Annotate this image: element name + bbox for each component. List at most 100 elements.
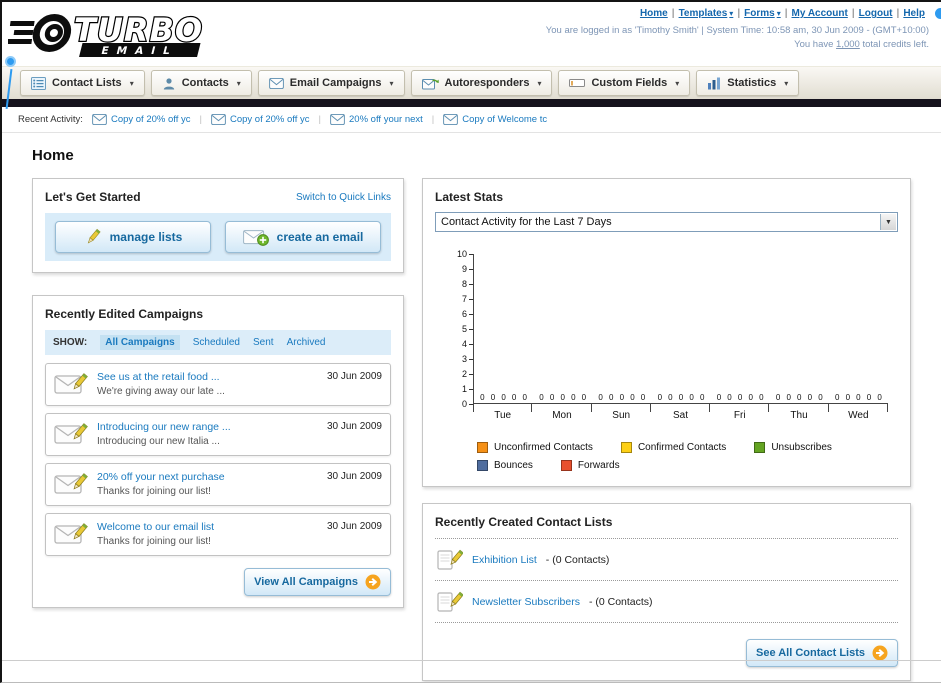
- filter-all-campaigns[interactable]: All Campaigns: [100, 335, 180, 350]
- bar-value-label: 0: [797, 393, 802, 402]
- y-axis-tick-mark: [469, 343, 473, 345]
- create-email-button[interactable]: create an email: [225, 221, 381, 253]
- recent-activity-item[interactable]: Copy of 20% off yc: [211, 114, 310, 125]
- y-axis-tick: 2: [462, 369, 473, 379]
- bar-value-label: 0: [678, 393, 684, 402]
- header-link-my-account[interactable]: My Account: [792, 8, 848, 19]
- bar-value-label: 0: [522, 393, 527, 402]
- legend-item-confirmed-contacts: Confirmed Contacts: [620, 442, 726, 453]
- bar-value-label: 0: [689, 393, 694, 402]
- header-link-forms[interactable]: Forms ▾: [744, 8, 781, 19]
- campaign-title-link[interactable]: 20% off your next purchase: [97, 471, 225, 483]
- recent-activity-link[interactable]: Copy of 20% off yc: [111, 114, 191, 125]
- chart-bar-group: 00000: [474, 393, 533, 403]
- campaign-title-link[interactable]: Welcome to our email list: [97, 521, 214, 533]
- envelope-pencil-icon: [54, 521, 88, 548]
- campaign-row: Welcome to our email list Thanks for join…: [45, 513, 391, 556]
- tab-contact-lists[interactable]: Contact Lists ▾: [20, 70, 145, 96]
- contact-list-link[interactable]: Exhibition List: [472, 554, 537, 566]
- chart-bar-group: 00000: [711, 393, 770, 403]
- filter-archived[interactable]: Archived: [287, 337, 326, 348]
- activity-select[interactable]: Contact Activity for the Last 7 Days ▼: [435, 212, 898, 232]
- x-axis-label: Fri: [710, 404, 770, 426]
- recent-campaigns-panel: Recently Edited Campaigns SHOW: All Camp…: [32, 295, 404, 608]
- bar-value-label: 0: [748, 393, 753, 402]
- campaign-date: 30 Jun 2009: [326, 471, 382, 482]
- campaign-date: 30 Jun 2009: [326, 521, 382, 532]
- bar-value-label: 0: [571, 393, 576, 402]
- credits-suffix: total credits left.: [859, 39, 929, 50]
- header-link-templates[interactable]: Templates ▾: [679, 8, 734, 19]
- tab-label: Custom Fields: [591, 77, 668, 89]
- contact-list-link[interactable]: Newsletter Subscribers: [472, 596, 580, 608]
- envelope-pencil-icon: [54, 371, 88, 398]
- manage-lists-button[interactable]: manage lists: [55, 221, 211, 253]
- campaign-row: 20% off your next purchase Thanks for joi…: [45, 463, 391, 506]
- y-axis-tick: 0: [462, 399, 473, 409]
- app-logo[interactable]: TURBO EMAIL: [7, 5, 238, 68]
- bar-value-label: 0: [818, 393, 823, 402]
- header-link-help[interactable]: Help: [903, 8, 925, 19]
- y-axis-value: 10: [456, 249, 467, 259]
- bar-value-label: 0: [501, 393, 506, 402]
- tab-email-campaigns[interactable]: Email Campaigns ▾: [257, 70, 405, 96]
- envelope-icon: [92, 114, 107, 125]
- notification-dot: [935, 8, 941, 19]
- bar-value-label: 0: [866, 393, 872, 402]
- bar-value-label: 0: [480, 393, 485, 402]
- campaign-list: See us at the retail food ... We're givin…: [45, 363, 391, 556]
- x-axis-label: Sun: [592, 404, 652, 426]
- chevron-down-icon: ▾: [729, 9, 734, 18]
- bar-value-label: 0: [759, 393, 764, 402]
- recent-activity-item[interactable]: Copy of 20% off yc: [92, 114, 191, 125]
- y-axis-tick-mark: [469, 388, 473, 390]
- campaign-text: 20% off your next purchase Thanks for joi…: [97, 471, 225, 497]
- filter-sent[interactable]: Sent: [253, 337, 274, 348]
- bar-value-label: 0: [775, 393, 781, 402]
- x-axis-label: Tue: [473, 404, 533, 426]
- recent-activity-link[interactable]: Copy of Welcome tc: [462, 114, 547, 125]
- campaign-subtitle: We're giving away our late ...: [97, 386, 225, 397]
- bar-value-label: 0: [856, 393, 861, 402]
- y-axis-tick-mark: [469, 328, 473, 330]
- campaign-subtitle: Thanks for joining our list!: [97, 486, 211, 497]
- legend-row: Bounces Forwards: [477, 460, 898, 471]
- contact-list-detail: - (0 Contacts): [545, 553, 610, 566]
- chart-bar-group: 00000: [651, 393, 710, 403]
- bar-value-label: 0: [716, 393, 722, 402]
- tab-contacts[interactable]: Contacts ▾: [150, 70, 252, 96]
- tab-custom-fields[interactable]: Custom Fields ▾: [558, 70, 691, 96]
- header-link-logout[interactable]: Logout: [859, 8, 893, 19]
- credits-amount-link[interactable]: 1,000: [836, 39, 860, 50]
- main-nav-tabs: Contact Lists ▾ Contacts ▾ Email Campaigns ▾ A…: [2, 66, 941, 99]
- recent-activity-item[interactable]: Copy of Welcome tc: [443, 114, 547, 125]
- legend-item-bounces: Bounces: [477, 460, 533, 471]
- y-axis-tick: 7: [462, 294, 473, 304]
- recent-campaigns-title: Recently Edited Campaigns: [45, 307, 204, 321]
- page-title: Home: [32, 147, 74, 164]
- filter-scheduled[interactable]: Scheduled: [193, 337, 240, 348]
- separator: |: [784, 8, 788, 19]
- application-window: TURBO EMAIL Home | Templates ▾ | Forms ▾ | My Ac…: [0, 0, 941, 683]
- credits-info: You have 1,000 total credits left.: [546, 39, 929, 50]
- y-axis-tick-mark: [469, 253, 473, 255]
- campaign-title-link[interactable]: See us at the retail food ...: [97, 371, 225, 383]
- campaign-date: 30 Jun 2009: [326, 371, 382, 382]
- see-all-contact-lists-button[interactable]: See All Contact Lists: [745, 639, 898, 667]
- y-axis-tick-mark: [469, 268, 473, 270]
- legend-swatch: [477, 460, 488, 471]
- chevron-down-icon: ▾: [537, 78, 542, 88]
- tab-label: Autoresponders: [444, 77, 530, 89]
- switch-quick-links-link[interactable]: Switch to Quick Links: [296, 192, 391, 203]
- recent-activity-link[interactable]: Copy of 20% off yc: [230, 114, 310, 125]
- view-all-campaigns-button[interactable]: View All Campaigns: [244, 568, 391, 596]
- tab-statistics[interactable]: Statistics ▾: [696, 70, 800, 96]
- header-link-home[interactable]: Home: [640, 8, 668, 19]
- bar-value-label: 0: [619, 393, 625, 402]
- recent-activity-link[interactable]: 20% off your next: [349, 114, 423, 125]
- tab-autoresponders[interactable]: Autoresponders ▾: [410, 70, 553, 96]
- recent-activity-item[interactable]: 20% off your next: [330, 114, 423, 125]
- campaign-title-link[interactable]: Introducing our new range ...: [97, 421, 231, 433]
- bar-value-label: 0: [786, 393, 791, 402]
- chart-days: Tue Mon Sun Sat Fri Thu Wed: [473, 404, 889, 426]
